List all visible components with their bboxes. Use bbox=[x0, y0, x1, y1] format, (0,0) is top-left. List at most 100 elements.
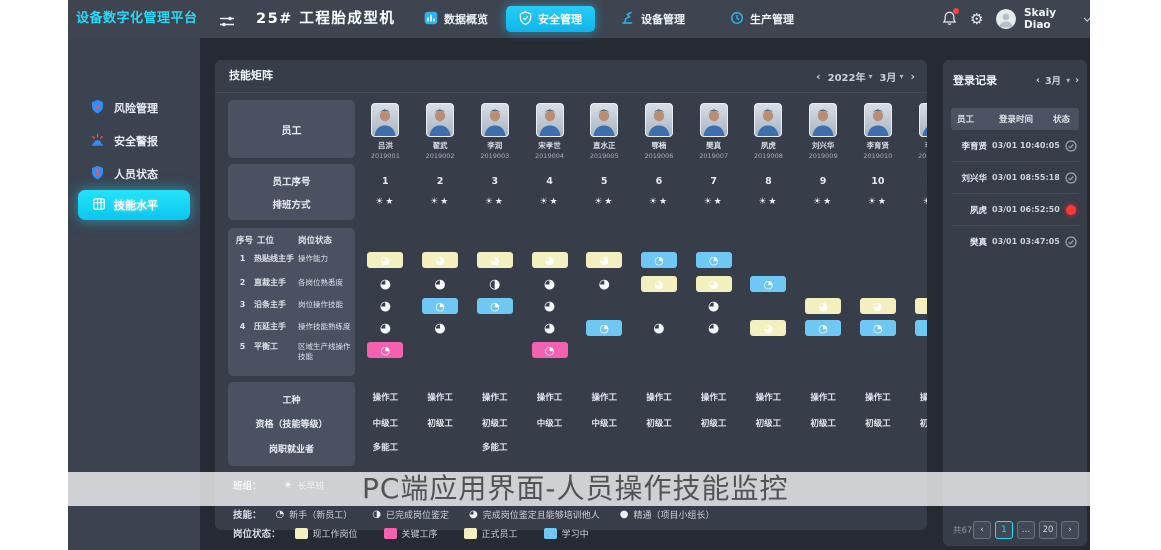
skill-badge[interactable]: ◔ bbox=[860, 320, 896, 336]
skill-pie[interactable]: ◕ bbox=[380, 322, 391, 335]
sidebar-item-personnel[interactable]: 人员状态 bbox=[90, 164, 158, 184]
skill-pie[interactable]: ◕ bbox=[544, 322, 555, 335]
nav-safety-management[interactable]: 安全管理 bbox=[506, 6, 595, 32]
year-select[interactable]: 2022年▾ bbox=[828, 69, 873, 84]
skill-pie[interactable]: ◕ bbox=[380, 300, 391, 313]
employee-photo[interactable] bbox=[481, 103, 509, 137]
skill-pie[interactable]: ◕ bbox=[708, 300, 719, 313]
employee-photo[interactable] bbox=[809, 103, 837, 137]
employee-photo[interactable] bbox=[919, 103, 927, 137]
login-row[interactable]: 刘兴华 03/01 08:55:18 bbox=[951, 162, 1079, 194]
job-type-value: 操作工 bbox=[467, 390, 522, 403]
skill-badge[interactable]: ◕ bbox=[367, 252, 403, 268]
next-month-arrow[interactable]: › bbox=[1075, 75, 1079, 86]
month-select[interactable]: 3月 bbox=[1045, 73, 1061, 87]
skill-badge[interactable]: ◔ bbox=[805, 320, 841, 336]
skill-badge[interactable]: ◔ bbox=[532, 342, 568, 358]
skill-badge[interactable]: ◔ bbox=[367, 342, 403, 358]
status-col-header: 岗位状态 bbox=[298, 234, 332, 246]
page-button[interactable]: 20 bbox=[1039, 521, 1057, 539]
employee-photo[interactable] bbox=[864, 103, 892, 137]
skill-badge[interactable]: ◕ bbox=[477, 252, 513, 268]
skill-badge[interactable]: ◕ bbox=[532, 252, 568, 268]
grade-row: 中级工初级工初级工中级工中级工初级工初级工初级工初级工初级工初级工 bbox=[358, 416, 927, 429]
status-color-swatch bbox=[384, 528, 397, 539]
skill-badge[interactable]: ◔ bbox=[750, 276, 786, 292]
notifications-bell-icon[interactable] bbox=[942, 10, 957, 31]
skill-pie[interactable]: ◕ bbox=[599, 278, 610, 291]
page-button[interactable]: … bbox=[1017, 521, 1035, 539]
settings-gear-icon[interactable]: ⚙ bbox=[970, 0, 983, 38]
skill-badge[interactable]: ◔ bbox=[422, 298, 458, 314]
next-month-arrow[interactable]: › bbox=[910, 70, 915, 83]
employee-photo-row: 吕洪 2019001 翟武 2019002 李润 2019003 宋孝世 201… bbox=[358, 103, 927, 160]
skill-badge[interactable]: ◕ bbox=[696, 276, 732, 292]
matrix-period-selector: ‹ 2022年▾ 3月▾ › bbox=[816, 60, 915, 92]
login-status bbox=[1063, 236, 1079, 248]
sidebar-item-alerts[interactable]: 安全警报 bbox=[90, 131, 158, 151]
matrix-cell-row: ◔◔ bbox=[358, 341, 927, 359]
skill-pie[interactable]: ◕ bbox=[434, 278, 445, 291]
login-period-selector: ‹ 3月 ▾ › bbox=[1036, 73, 1079, 87]
page-button[interactable]: 1 bbox=[995, 521, 1013, 539]
employee-photo[interactable] bbox=[590, 103, 618, 137]
skill-pie[interactable]: ◕ bbox=[544, 278, 555, 291]
nav-label: 安全管理 bbox=[538, 11, 582, 27]
extra-role-value bbox=[686, 440, 741, 453]
login-row[interactable]: 李育贤 03/01 10:40:05 bbox=[951, 130, 1079, 162]
login-row[interactable]: 夙虎 03/01 06:52:50 bbox=[951, 194, 1079, 226]
skill-pie[interactable]: ◕ bbox=[434, 322, 445, 335]
page-button[interactable]: › bbox=[1061, 521, 1079, 539]
employee-photo[interactable] bbox=[371, 103, 399, 137]
user-menu[interactable]: Skaiy Diao bbox=[1024, 0, 1090, 38]
extra-role-label: 岗职就业者 bbox=[269, 442, 314, 455]
legend-item: ●精通（项目小组长） bbox=[620, 508, 715, 521]
skill-badge[interactable]: ◔ bbox=[915, 320, 927, 336]
skill-pie[interactable]: ◑ bbox=[489, 278, 500, 291]
user-avatar[interactable] bbox=[996, 9, 1016, 29]
panel-header: 技能矩阵 ‹ 2022年▾ 3月▾ › bbox=[215, 60, 927, 93]
employee-photo[interactable] bbox=[700, 103, 728, 137]
prev-month-arrow[interactable]: ‹ bbox=[1036, 75, 1040, 86]
employee-number: 6 bbox=[632, 174, 687, 188]
skill-badge[interactable]: ◔ bbox=[696, 252, 732, 268]
skill-pie[interactable]: ◕ bbox=[544, 300, 555, 313]
skill-pie[interactable]: ◕ bbox=[708, 322, 719, 335]
nav-device-management[interactable]: 设备管理 bbox=[620, 0, 685, 38]
login-time: 03/01 10:40:05 bbox=[992, 141, 1063, 150]
nav-production-management[interactable]: 生产管理 bbox=[730, 0, 794, 38]
menu-toggle-icon[interactable] bbox=[219, 13, 235, 32]
extra-role-row: 多能工多能工 bbox=[358, 440, 927, 453]
nav-data-overview[interactable]: 数据概览 bbox=[424, 0, 488, 38]
employee-photo[interactable] bbox=[754, 103, 782, 137]
alarm-icon bbox=[90, 132, 105, 150]
legend-skill: 技能： ◔新手（新员工）◑已完成岗位鉴定◕完成岗位鉴定且能够培训他人●精通（项目… bbox=[233, 507, 715, 521]
login-row[interactable]: 樊真 03/01 03:47:05 bbox=[951, 226, 1079, 257]
skill-badge[interactable]: ◕ bbox=[805, 298, 841, 314]
skill-badge[interactable]: ◔ bbox=[641, 252, 677, 268]
skill-badge[interactable]: ◕ bbox=[750, 320, 786, 336]
prev-month-arrow[interactable]: ‹ bbox=[816, 70, 821, 83]
month-select[interactable]: 3月▾ bbox=[879, 69, 903, 84]
login-employee-name: 李育贤 bbox=[951, 140, 987, 152]
sidebar-item-risk[interactable]: 风险管理 bbox=[90, 98, 158, 118]
employee-photo[interactable] bbox=[536, 103, 564, 137]
skill-pie[interactable]: ◕ bbox=[380, 278, 391, 291]
skill-badge[interactable]: ◔ bbox=[477, 298, 513, 314]
skill-pie-icon: ◕ bbox=[469, 509, 478, 520]
grade-value: 中级工 bbox=[577, 416, 632, 429]
skill-pie-icon: ● bbox=[620, 509, 629, 520]
nav-label: 生产管理 bbox=[750, 11, 794, 27]
skill-badge[interactable]: ◕ bbox=[860, 298, 896, 314]
sidebar-item-skill-level[interactable]: 技能水平 bbox=[78, 190, 190, 220]
employee-photo[interactable] bbox=[426, 103, 454, 137]
skill-badge[interactable]: ◕ bbox=[641, 276, 677, 292]
job-type-value: 操作工 bbox=[850, 390, 905, 403]
employee-photo[interactable] bbox=[645, 103, 673, 137]
skill-badge[interactable]: ◕ bbox=[586, 252, 622, 268]
page-button[interactable]: ‹ bbox=[973, 521, 991, 539]
skill-pie[interactable]: ◕ bbox=[653, 322, 664, 335]
skill-badge[interactable]: ◔ bbox=[586, 320, 622, 336]
skill-badge[interactable]: ◕ bbox=[915, 298, 927, 314]
skill-badge[interactable]: ◕ bbox=[422, 252, 458, 268]
